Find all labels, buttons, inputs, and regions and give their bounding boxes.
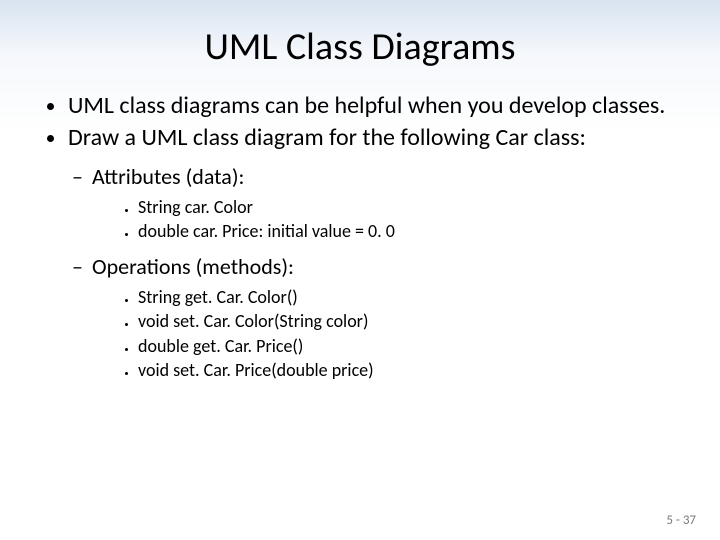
slide: UML Class Diagrams UML class diagrams ca… <box>0 0 720 540</box>
operation-item: void set. Car. Color(String color) <box>138 310 680 333</box>
operations-header: Operations (methods): <box>92 253 680 280</box>
operation-item: double get. Car. Price() <box>138 335 680 358</box>
attributes-header: Attributes (data): <box>92 163 680 190</box>
page-number: 5 - 37 <box>666 513 696 528</box>
bullet-item: Draw a UML class diagram for the followi… <box>68 124 680 152</box>
operation-item: String get. Car. Color() <box>138 286 680 309</box>
slide-title: UML Class Diagrams <box>40 24 680 70</box>
attribute-item: String car. Color <box>138 196 680 219</box>
attribute-item: double car. Price: initial value = 0. 0 <box>138 220 680 243</box>
sub-list: Attributes (data): String car. Color dou… <box>68 163 680 382</box>
attributes-list: String car. Color double car. Price: ini… <box>92 196 680 243</box>
operations-list: String get. Car. Color() void set. Car. … <box>92 286 680 382</box>
bullet-list: UML class diagrams can be helpful when y… <box>40 92 680 382</box>
operation-item: void set. Car. Price(double price) <box>138 359 680 382</box>
bullet-item: UML class diagrams can be helpful when y… <box>68 92 680 120</box>
